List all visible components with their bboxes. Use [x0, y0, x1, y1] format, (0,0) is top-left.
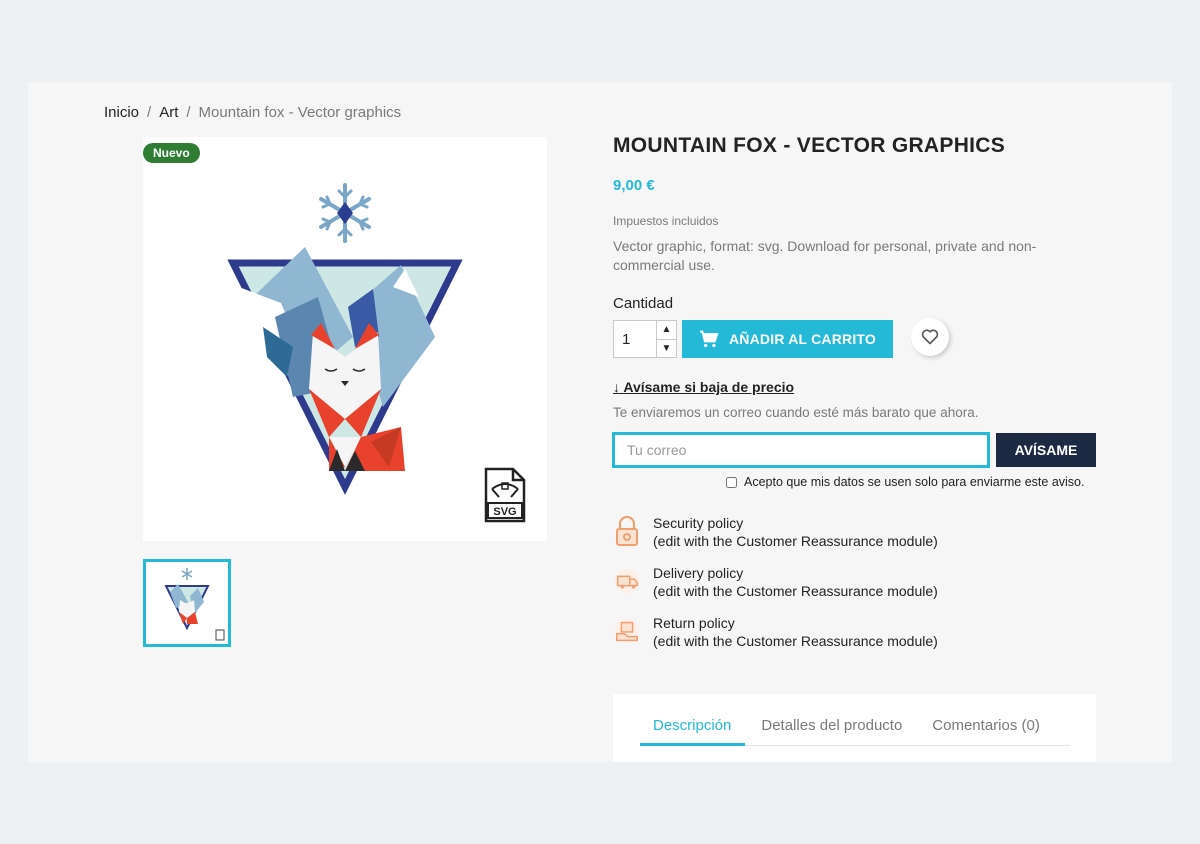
truck-icon — [613, 564, 641, 598]
product-price: 9,00 € — [613, 177, 655, 194]
snowflake-icon — [319, 183, 371, 243]
breadcrumb-current: Mountain fox - Vector graphics — [198, 104, 402, 121]
cart-icon — [699, 330, 719, 348]
consent-checkbox[interactable] — [726, 476, 737, 488]
tab-comments[interactable]: Comentarios (0) — [916, 714, 1054, 746]
add-to-cart-button[interactable]: AÑADIR AL CARRITO — [682, 320, 893, 358]
reassurance-title: Return policy — [653, 615, 735, 631]
product-page: Inicio / Art / Mountain fox - Vector gra… — [28, 82, 1172, 762]
heart-icon — [921, 329, 939, 345]
quantity-input[interactable] — [614, 321, 656, 357]
quantity-label: Cantidad — [613, 295, 674, 312]
product-description: Vector graphic, format: svg. Download fo… — [613, 238, 1037, 273]
quantity-arrows: ▲ ▼ — [656, 321, 676, 357]
svg-file-icon: SVG — [484, 467, 526, 523]
product-title: MOUNTAIN FOX - VECTOR GRAPHICS — [613, 134, 1006, 157]
svg-file-label: SVG — [493, 506, 516, 518]
lock-icon — [613, 514, 641, 548]
reassurance-subtitle: (edit with the Customer Reassurance modu… — [653, 583, 938, 599]
reassurance-security: Security policy (edit with the Customer … — [613, 514, 938, 550]
consent-label: Acepto que mis datos se usen solo para e… — [744, 475, 1085, 489]
price-alert-note: Te enviaremos un correo cuando esté más … — [613, 405, 979, 420]
wishlist-button[interactable] — [911, 318, 949, 356]
reassurance-title: Security policy — [653, 515, 744, 531]
add-to-cart-label: AÑADIR AL CARRITO — [728, 331, 877, 347]
notify-button[interactable]: AVÍSAME — [996, 433, 1096, 467]
price-alert-link[interactable]: ↓ Avísame si baja de precio — [613, 379, 794, 395]
product-tabs: Descripción Detalles del producto Coment… — [640, 714, 1070, 746]
reassurance-delivery: Delivery policy (edit with the Customer … — [613, 564, 938, 600]
chevron-down-icon[interactable]: ▼ — [657, 340, 676, 358]
breadcrumb: Inicio / Art / Mountain fox - Vector gra… — [104, 104, 401, 121]
return-package-icon — [613, 614, 641, 648]
tab-product-details[interactable]: Detalles del producto — [745, 714, 916, 746]
reassurance-subtitle: (edit with the Customer Reassurance modu… — [653, 533, 938, 549]
product-tabs-panel: Descripción Detalles del producto Coment… — [613, 694, 1096, 762]
quantity-stepper: ▲ ▼ — [613, 320, 677, 358]
tax-note: Impuestos incluidos — [613, 214, 719, 228]
breadcrumb-separator: / — [147, 104, 152, 121]
consent-row: Acepto que mis datos se usen solo para e… — [726, 475, 1084, 489]
reassurance-return: Return policy (edit with the Customer Re… — [613, 614, 938, 650]
email-field[interactable] — [612, 432, 990, 468]
product-image[interactable]: Nuevo SVG — [143, 137, 547, 541]
reassurance-title: Delivery policy — [653, 565, 744, 581]
reassurance-subtitle: (edit with the Customer Reassurance modu… — [653, 633, 938, 649]
thumbnail-image — [164, 568, 225, 641]
breadcrumb-separator: / — [186, 104, 191, 121]
tab-description[interactable]: Descripción — [640, 714, 746, 746]
product-thumbnail[interactable] — [143, 559, 231, 647]
chevron-up-icon[interactable]: ▲ — [657, 321, 676, 340]
new-badge: Nuevo — [143, 143, 200, 163]
breadcrumb-home[interactable]: Inicio — [104, 104, 139, 121]
breadcrumb-category[interactable]: Art — [159, 104, 178, 121]
